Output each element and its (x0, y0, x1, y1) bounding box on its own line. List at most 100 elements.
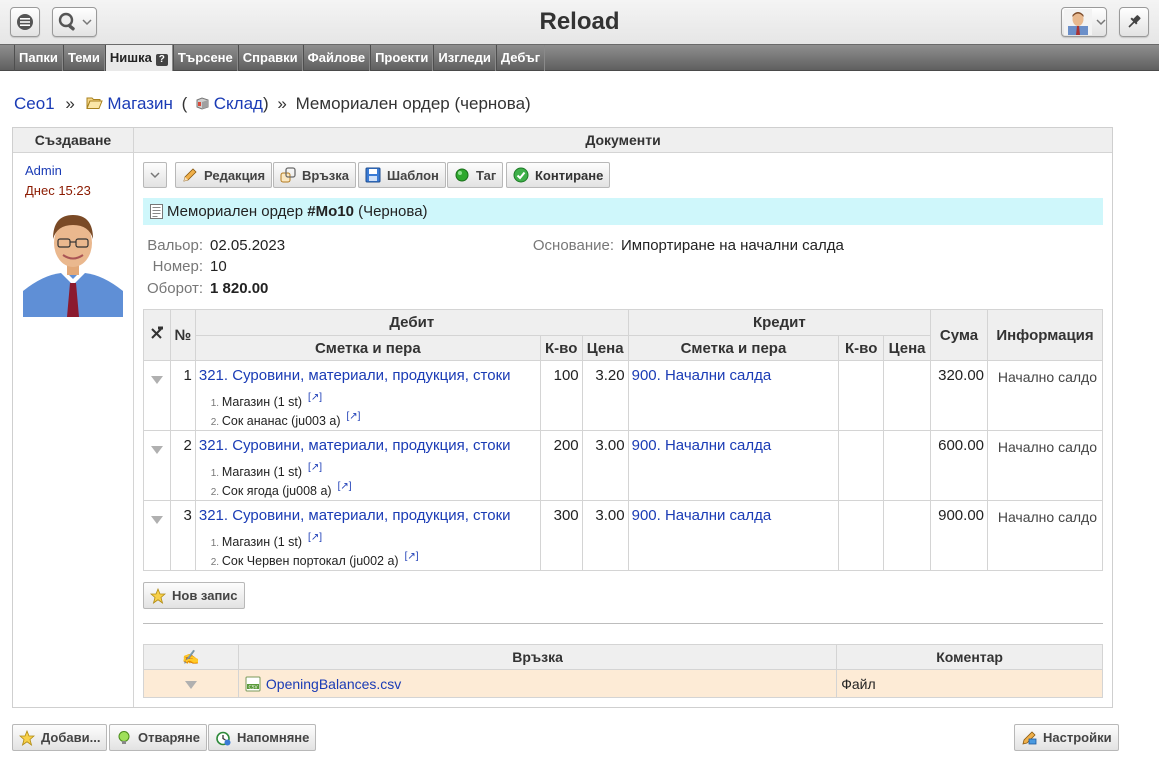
row-number: 2 (169, 430, 196, 501)
credit-account-link[interactable]: 900. Начални салда (629, 361, 839, 384)
template-button-label: Шаблон (387, 167, 439, 183)
number-label: Номер: (152, 258, 203, 275)
external-link-icon[interactable]: [↗] (347, 411, 361, 422)
list-item: Сок ягода (ju008 a) [↗] (222, 477, 540, 498)
external-link-icon[interactable]: [↗] (308, 532, 322, 543)
menu-item-topics[interactable]: Теми (62, 45, 105, 71)
credit-price (883, 360, 932, 431)
external-link-icon[interactable]: [↗] (338, 481, 352, 492)
credit-price (883, 500, 932, 571)
menu-item-files[interactable]: Файлове (302, 45, 371, 71)
chain-link-icon (280, 167, 296, 183)
file-link-cell: CSV OpeningBalances.csv (237, 669, 838, 698)
credit-qty (838, 500, 885, 571)
chevron-down-icon (150, 516, 163, 524)
debit-account-cell: 321. Суровини, материали, продукция, сто… (194, 500, 541, 571)
debit-price-header: Цена (581, 335, 629, 361)
csv-file-icon: CSV (245, 676, 261, 691)
menu-item-views[interactable]: Изгледи (433, 45, 496, 71)
credit-price-header: Цена (883, 335, 932, 361)
credit-qty-header: К-во (838, 335, 885, 361)
debit-qty: 300 (539, 500, 583, 571)
help-icon[interactable]: ? (155, 54, 168, 66)
debit-account-cell: 321. Суровини, материали, продукция, сто… (194, 430, 541, 501)
breadcrumb-folder-link[interactable]: Магазин (107, 94, 173, 113)
breadcrumb-store-link[interactable]: Склад (214, 94, 263, 113)
basis-value: Импортиране на начални салда (621, 237, 844, 254)
table-row: CSV OpeningBalances.csv Файл (143, 669, 1103, 698)
star-icon (150, 587, 166, 604)
store-box-icon (196, 97, 209, 110)
debit-account-link[interactable]: 321. Суровини, материали, продукция, сто… (196, 501, 540, 524)
list-item: Сок ананас (ju003 a) [↗] (222, 407, 540, 428)
menu-item-reports[interactable]: Справки (237, 45, 303, 71)
document-number: #Мо10 (307, 203, 354, 220)
tools-header (143, 309, 171, 361)
breadcrumb-root-link[interactable]: Сео1 (14, 94, 55, 113)
new-record-button[interactable]: Нов запис (143, 582, 245, 609)
credit-account-link[interactable]: 900. Начални салда (629, 501, 839, 524)
list-item: Сок Червен портокал (ju002 a) [↗] (222, 547, 540, 568)
menu-item-folders[interactable]: Папки (14, 45, 63, 71)
menu-item-thread-label: Нишка (109, 50, 152, 65)
edit-button[interactable]: Редакция (175, 162, 273, 188)
row-number: 1 (169, 360, 196, 431)
credit-price (883, 430, 932, 501)
pin-button[interactable] (1119, 7, 1149, 37)
file-link[interactable]: OpeningBalances.csv (266, 676, 401, 692)
menu-item-debug[interactable]: Дебъг (495, 45, 546, 71)
settings-tools-icon (1022, 730, 1037, 745)
debit-qty: 100 (539, 360, 583, 431)
breadcrumb-paren-open: ( (181, 94, 188, 113)
item-list: Магазин (1 st)[↗] Сок ананас (ju003 a) [↗… (196, 388, 540, 428)
debit-account-link[interactable]: 321. Суровини, материали, продукция, сто… (196, 361, 540, 384)
template-button[interactable]: Шаблон (358, 162, 446, 188)
row-menu-button[interactable] (143, 430, 171, 501)
document-status: (Чернова) (358, 203, 428, 220)
debit-qty: 200 (539, 430, 583, 501)
open-button[interactable]: Отваряне (109, 724, 207, 751)
menu-item-projects[interactable]: Проекти (370, 45, 434, 71)
pin-icon (1128, 15, 1141, 28)
row-menu-button[interactable] (143, 500, 171, 571)
add-button[interactable]: Добави... (12, 724, 108, 751)
link-row-menu-button[interactable] (143, 669, 239, 698)
debit-account-cell: 321. Суровини, материали, продукция, сто… (194, 360, 541, 431)
list-item: Магазин (1 st)[↗] (222, 388, 540, 409)
row-info: Начално салдо (987, 360, 1103, 431)
breadcrumb-separator: » (65, 94, 75, 113)
link-header: Връзка (237, 644, 838, 670)
row-number: 3 (169, 500, 196, 571)
menu-item-thread[interactable]: Нишка? (104, 45, 173, 71)
external-link-icon[interactable]: [↗] (405, 551, 419, 562)
avatar-portrait (23, 209, 123, 317)
credit-account-link[interactable]: 900. Начални салда (629, 431, 839, 454)
breadcrumb: Сео1 » Магазин ( Склад) » Мемориален орд… (14, 94, 531, 114)
tag-button-label: Таг (476, 167, 497, 183)
document-menu-button[interactable] (143, 162, 167, 188)
remind-button[interactable]: Напомняне (208, 724, 317, 751)
green-dot-icon (455, 168, 469, 182)
credit-account-cell: 900. Начални салда (627, 430, 840, 501)
settings-button-label: Настройки (1043, 730, 1112, 745)
row-amount: 600.00 (930, 430, 989, 501)
link-button[interactable]: Връзка (273, 162, 357, 188)
profile-button[interactable] (1061, 7, 1107, 37)
external-link-icon[interactable]: [↗] (308, 462, 322, 473)
row-amount: 900.00 (930, 500, 989, 571)
table-row: 3 321. Суровини, материали, продукция, с… (143, 500, 1103, 571)
author-name[interactable]: Admin (25, 163, 62, 178)
post-button-label: Контиране (535, 167, 604, 183)
row-menu-button[interactable] (143, 360, 171, 431)
external-link-icon[interactable]: [↗] (308, 392, 322, 403)
post-button[interactable]: Контиране (506, 162, 611, 188)
debit-account-link[interactable]: 321. Суровини, материали, продукция, сто… (196, 431, 540, 454)
debit-header: Дебит (194, 309, 629, 336)
tag-button[interactable]: Таг (447, 162, 504, 188)
alarm-clock-icon (216, 731, 231, 745)
settings-button[interactable]: Настройки (1014, 724, 1119, 751)
main-menu-bar: Папки Теми Нишка? Търсене Справки Файлов… (0, 44, 1159, 71)
list-item: Магазин (1 st)[↗] (222, 528, 540, 549)
menu-item-search[interactable]: Търсене (172, 45, 238, 71)
edit-button-label: Редакция (204, 167, 266, 183)
